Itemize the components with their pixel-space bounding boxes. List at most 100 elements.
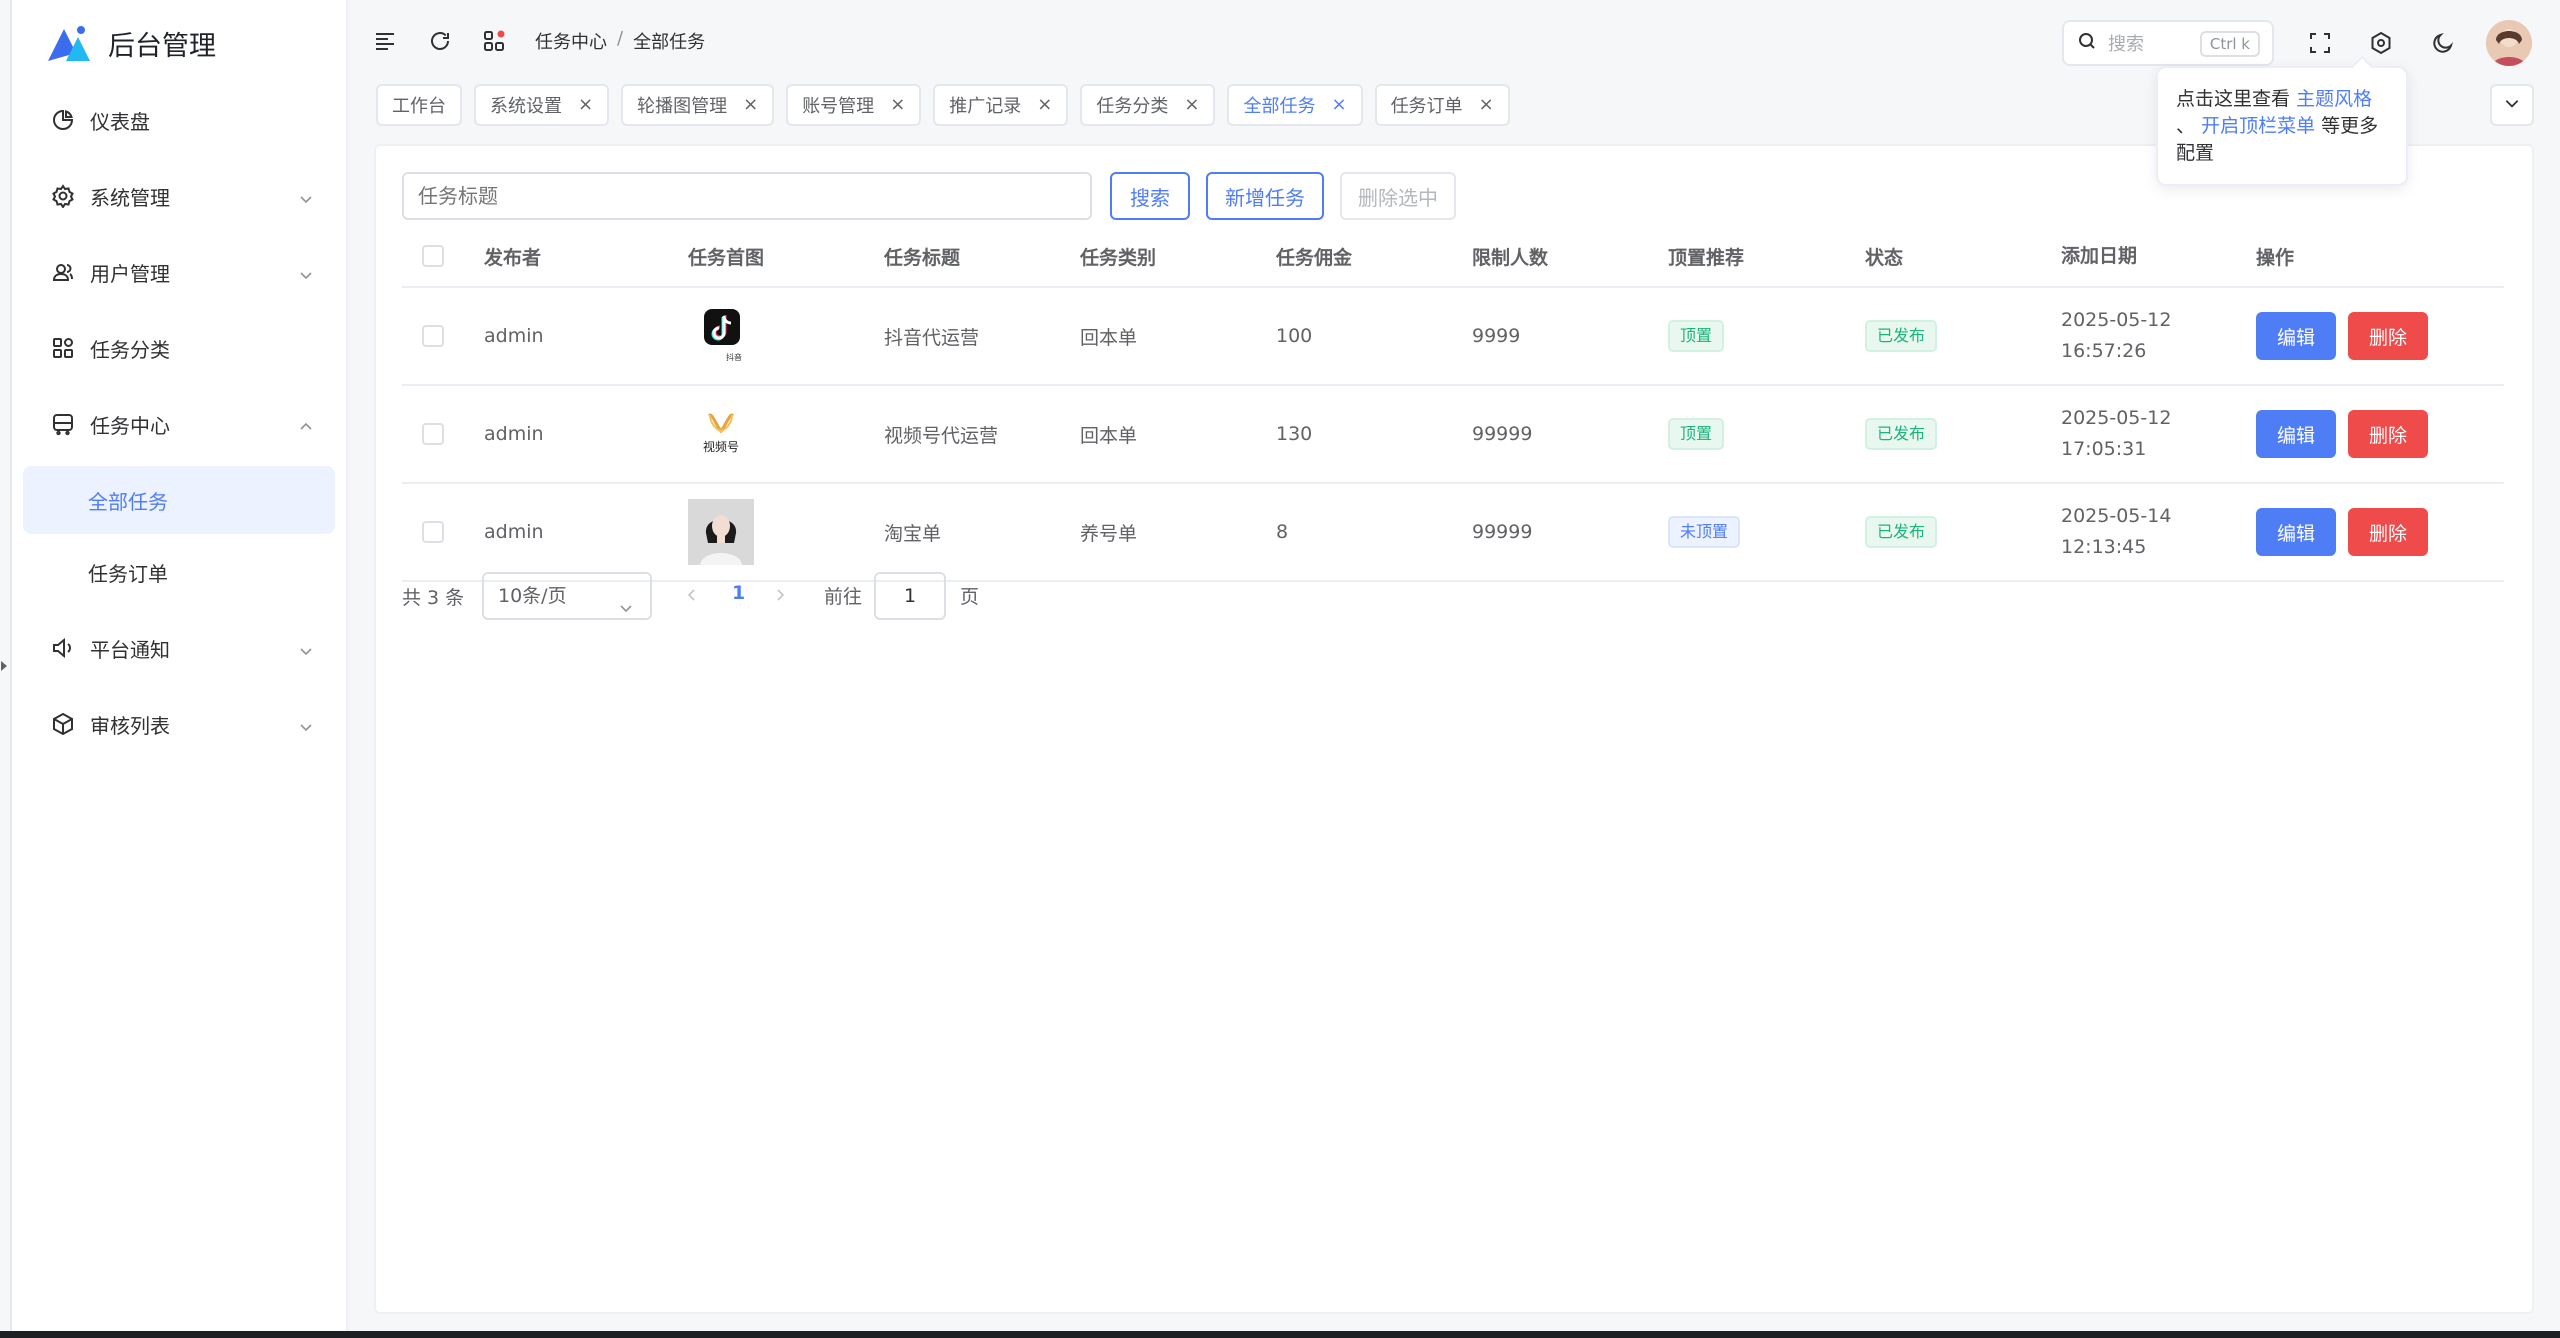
chevron-down-icon <box>298 264 314 280</box>
category-cell: 回本单 <box>1080 424 1138 447</box>
prev-page-icon[interactable] <box>684 586 700 609</box>
tab-account-management[interactable]: 账号管理 × <box>786 84 922 126</box>
sidebar-item-task-center[interactable]: 任务中心 <box>12 386 346 462</box>
page-number-current[interactable]: 1 <box>732 582 745 604</box>
header-cell: 顶置推荐 <box>1668 246 1745 269</box>
chevron-down-icon <box>298 188 314 204</box>
row-checkbox[interactable] <box>422 423 444 445</box>
apps-icon[interactable] <box>480 26 510 56</box>
search-placeholder: 搜索 <box>2108 34 2144 55</box>
commission-cell: 100 <box>1276 325 1313 347</box>
publisher-cell: admin <box>484 325 544 347</box>
delete-button[interactable]: 删除 <box>2348 508 2428 556</box>
edit-button[interactable]: 编辑 <box>2256 410 2336 458</box>
row-checkbox[interactable] <box>422 521 444 543</box>
tooltip-link-top-menu[interactable]: 开启顶栏菜单 <box>2201 115 2315 137</box>
delete-button[interactable]: 删除 <box>2348 312 2428 360</box>
chevron-down-icon <box>618 588 634 632</box>
delete-selected-button[interactable]: 删除选中 <box>1340 172 1456 220</box>
fullscreen-icon[interactable] <box>2305 28 2335 58</box>
user-avatar[interactable] <box>2486 20 2532 66</box>
channels-logo-icon[interactable]: 视频号 <box>688 401 754 467</box>
search-shortcut: Ctrl k <box>2199 31 2260 57</box>
sidebar-subitem-all-tasks[interactable]: 全部任务 <box>23 466 335 534</box>
tab-task-category[interactable]: 任务分类 × <box>1080 84 1216 126</box>
sidebar-item-review-list[interactable]: 审核列表 <box>12 686 346 762</box>
date-cell: 2025-05-14 12:13:45 <box>2061 501 2256 563</box>
search-icon <box>2078 32 2096 54</box>
dark-mode-moon-icon[interactable] <box>2428 28 2458 58</box>
table-row: admin 视频号 视频号代运营 回本单 130 99999 顶置 已发布 20… <box>402 386 2504 484</box>
settings-hex-icon[interactable] <box>2366 28 2396 58</box>
sidebar-item-task-category[interactable]: 任务分类 <box>12 310 346 386</box>
page-size-select[interactable]: 10条/页 <box>482 572 652 620</box>
chevron-down-icon <box>298 640 314 656</box>
next-page-icon[interactable] <box>772 586 788 609</box>
status-badge: 已发布 <box>1865 320 1938 352</box>
tab-promotion-records[interactable]: 推广记录 × <box>933 84 1069 126</box>
pagination-total: 共 3 条 <box>402 586 465 609</box>
image-cell <box>688 499 884 565</box>
date-text: 2025-05-14 <box>2061 505 2172 527</box>
category-cell: 养号单 <box>1080 522 1138 545</box>
tab-workbench[interactable]: 工作台 <box>376 84 462 126</box>
status-cell: 已发布 <box>1865 418 2061 450</box>
close-icon[interactable]: × <box>890 96 905 114</box>
sidebar-item-system[interactable]: 系统管理 <box>12 158 346 234</box>
sidebar-menu: 仪表盘 系统管理 用户管理 任务分类 任务中心 全部任务 任务订单 平台通知 审… <box>12 82 346 762</box>
speaker-icon <box>50 635 76 661</box>
sidebar-item-users[interactable]: 用户管理 <box>12 234 346 310</box>
logo[interactable]: 后台管理 <box>46 18 216 68</box>
edit-button[interactable]: 编辑 <box>2256 312 2336 360</box>
header-cell: 限制人数 <box>1472 246 1549 269</box>
task-list-card: 搜索 新增任务 删除选中 发布者 任务首图 任务标题 任务类别 任务佣金 限制人… <box>374 144 2534 1314</box>
sidebar-collapse-arrow-icon[interactable] <box>0 658 8 674</box>
refresh-icon[interactable] <box>425 26 455 56</box>
menu-fold-icon[interactable] <box>370 26 400 56</box>
search-button[interactable]: 搜索 <box>1110 172 1190 220</box>
tab-task-orders[interactable]: 任务订单 × <box>1374 84 1510 126</box>
close-icon[interactable]: × <box>1184 96 1199 114</box>
close-icon[interactable]: × <box>743 96 758 114</box>
row-checkbox-cell <box>402 325 484 347</box>
pin-tag: 顶置 <box>1668 418 1725 450</box>
close-icon[interactable]: × <box>1479 96 1494 114</box>
tab-label: 任务分类 <box>1096 96 1169 117</box>
row-checkbox[interactable] <box>422 325 444 347</box>
close-icon[interactable]: × <box>578 96 593 114</box>
delete-button[interactable]: 删除 <box>2348 410 2428 458</box>
task-title-search-input[interactable] <box>402 172 1092 220</box>
pin-cell: 顶置 <box>1668 418 1865 450</box>
header-cell: 任务标题 <box>884 246 961 269</box>
portrait-photo-icon[interactable] <box>688 499 754 565</box>
table-row: admin 淘宝单 养号单 8 99999 未顶置 已发布 2025-05-14… <box>402 484 2504 582</box>
limit-cell: 99999 <box>1472 521 1533 543</box>
add-task-button[interactable]: 新增任务 <box>1206 172 1324 220</box>
tab-system-settings[interactable]: 系统设置 × <box>474 84 610 126</box>
sidebar-subitem-label: 全部任务 <box>88 489 168 514</box>
global-search[interactable]: 搜索 Ctrl k <box>2062 20 2274 66</box>
edit-button[interactable]: 编辑 <box>2256 508 2336 556</box>
breadcrumb: 任务中心 / 全部任务 <box>535 28 705 54</box>
sidebar-subitem-task-orders[interactable]: 任务订单 <box>23 538 335 606</box>
image-caption: 视频号 <box>703 439 739 454</box>
close-icon[interactable]: × <box>1331 96 1346 114</box>
tiktok-logo-icon[interactable]: 抖音 <box>688 303 754 369</box>
tab-banner-management[interactable]: 轮播图管理 × <box>621 84 775 126</box>
row-checkbox-cell <box>402 423 484 445</box>
title-cell: 淘宝单 <box>884 522 942 545</box>
time-text: 16:57:26 <box>2061 340 2147 362</box>
tooltip-link-theme[interactable]: 主题风格 <box>2296 88 2372 110</box>
page-size-value: 10条/页 <box>498 585 567 607</box>
close-icon[interactable]: × <box>1037 96 1052 114</box>
goto-page-input[interactable]: 1 <box>874 572 946 620</box>
tab-all-tasks[interactable]: 全部任务 × <box>1227 84 1363 126</box>
sidebar-item-notifications[interactable]: 平台通知 <box>12 610 346 686</box>
actions-cell: 编辑 删除 <box>2256 410 2496 458</box>
date-text: 2025-05-12 <box>2061 407 2172 429</box>
pin-cell: 顶置 <box>1668 320 1865 352</box>
select-all-checkbox[interactable] <box>422 245 444 267</box>
sidebar-item-dashboard[interactable]: 仪表盘 <box>12 82 346 158</box>
breadcrumb-item[interactable]: 任务中心 <box>535 28 607 54</box>
tabs-more-button[interactable] <box>2490 84 2534 126</box>
